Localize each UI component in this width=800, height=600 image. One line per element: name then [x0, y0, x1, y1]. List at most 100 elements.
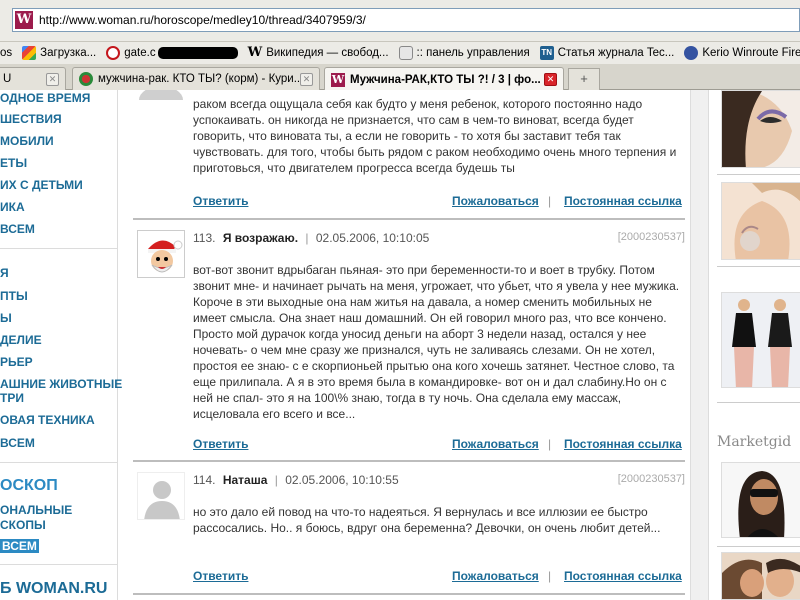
actions-separator: | — [548, 569, 552, 583]
santa-avatar-icon[interactable] — [137, 230, 185, 278]
nav-item[interactable]: Я — [0, 266, 9, 280]
comment-meta: 113. Я возражаю. | 02.05.2006, 10:10:05 … — [193, 231, 685, 245]
tn-icon: TN — [539, 46, 554, 60]
woman-ru-favicon-icon: W — [15, 11, 33, 29]
wikipedia-icon: W — [247, 45, 263, 60]
marketgid-label[interactable]: Marketgid — [717, 434, 791, 450]
url-input[interactable]: W http://www.woman.ru/horoscope/medley10… — [12, 8, 800, 32]
permalink-link[interactable]: Постоянная ссылка — [564, 569, 682, 583]
bookmark-tn-article[interactable]: TN Статья журнала Tec... — [539, 46, 675, 60]
report-link[interactable]: Пожаловаться — [452, 194, 539, 208]
reply-link[interactable]: Ответить — [193, 569, 248, 583]
comment-author[interactable]: Я возражаю. — [223, 231, 298, 245]
nav-divider — [0, 564, 118, 565]
comment-divider — [133, 593, 685, 595]
nav-item[interactable]: ОДНОЕ ВРЕМЯ — [0, 91, 90, 105]
ad-divider — [717, 402, 800, 403]
tab-close-icon[interactable]: ✕ — [46, 73, 59, 86]
tab-strip: U ✕ мужчина-рак. КТО ТЫ? (корм) - Кури..… — [0, 64, 800, 91]
nav-item[interactable]: ЕТЫ — [0, 156, 27, 170]
nav-all-badge: ВСЕМ — [0, 539, 39, 553]
ad-divider — [717, 174, 800, 175]
nav-item[interactable]: Ы — [0, 311, 12, 325]
ad-thumbnail-skincare[interactable] — [721, 182, 800, 260]
bookmark-loading[interactable]: Загрузка... — [22, 46, 96, 60]
ad-thumbnail-makeup[interactable] — [721, 90, 800, 168]
reply-link[interactable]: Ответить — [193, 194, 248, 208]
default-user-avatar-icon — [137, 90, 185, 100]
ad-thumbnail-couple[interactable] — [721, 552, 800, 600]
bookmark-label: Kerio Winroute Firewa — [702, 47, 800, 59]
panel-icon — [398, 46, 413, 60]
tab-label: мужчина-рак. КТО ТЫ? (корм) - Кури... — [98, 73, 304, 85]
comment-divider — [133, 218, 685, 220]
bookmark-label: gate.c — [124, 47, 156, 59]
nav-item[interactable]: ДЕЛИЕ — [0, 333, 42, 347]
nav-section-horoscope[interactable]: ОСКОП — [0, 477, 58, 495]
nav-item[interactable]: МОБИЛИ — [0, 134, 54, 148]
reply-link[interactable]: Ответить — [193, 437, 248, 451]
nav-item[interactable]: ИХ С ДЕТЬМИ — [0, 178, 83, 192]
nav-item-all-horoscope[interactable]: ВСЕМ — [0, 539, 39, 553]
web-page: ОДНОЕ ВРЕМЯ ШЕСТВИЯ МОБИЛИ ЕТЫ ИХ С ДЕТЬ… — [0, 90, 800, 600]
default-user-avatar-icon[interactable] — [137, 472, 185, 520]
brand-link[interactable]: Б WOMAN.RU — [0, 580, 107, 598]
comment-author[interactable]: Наташа — [223, 473, 268, 487]
nav-item[interactable]: АШНИЕ ЖИВОТНЫЕ — [0, 377, 122, 391]
kerio-icon — [684, 46, 699, 60]
address-bar-area: W http://www.woman.ru/horoscope/medley10… — [0, 0, 800, 42]
bookmarks-toolbar: os Загрузка... gate.c W Википедия — своб… — [0, 42, 800, 64]
ad-thumbnail-woman[interactable] — [721, 462, 800, 538]
comment-actions: Ответить Пожаловаться | Постоянная ссылк… — [193, 437, 685, 451]
nav-item-all[interactable]: ВСЕМ — [0, 436, 35, 450]
tab-3-active[interactable]: W Мужчина-РАК,КТО ТЫ ?! / 3 | фо... ✕ — [324, 67, 564, 91]
gate-icon — [106, 46, 121, 60]
bookmark-label: Статья журнала Tec... — [557, 47, 675, 59]
ad-divider — [717, 546, 800, 547]
tab-label: Мужчина-РАК,КТО ТЫ ?! / 3 | фо... — [350, 73, 541, 86]
comment-date: 02.05.2006, 10:10:55 — [285, 473, 399, 487]
comment-body: раком всегда ощущала себя как будто у ме… — [193, 97, 677, 175]
comment-divider — [133, 460, 685, 462]
bookmark-gate[interactable]: gate.c — [106, 46, 238, 60]
tab-2[interactable]: мужчина-рак. КТО ТЫ? (корм) - Кури... ✕ — [72, 67, 320, 90]
bookmark-control-panel[interactable]: :: панель управления — [398, 46, 530, 60]
tab-1[interactable]: U ✕ — [0, 67, 66, 90]
nav-divider — [0, 248, 118, 249]
report-link[interactable]: Пожаловаться — [452, 569, 539, 583]
tab-close-icon[interactable]: ✕ — [300, 73, 313, 86]
nav-item-all[interactable]: ВСЕМ — [0, 222, 35, 236]
permalink-link[interactable]: Постоянная ссылка — [564, 437, 682, 451]
comment-meta: 114. Наташа | 02.05.2006, 10:10:55 [2000… — [193, 473, 685, 487]
bookmark-label: os — [0, 47, 13, 59]
ad-divider — [717, 266, 800, 267]
bookmark-label: Загрузка... — [40, 47, 97, 59]
nav-item[interactable]: ТРИ — [0, 391, 24, 405]
nav-item[interactable]: ИКА — [0, 200, 25, 214]
permalink-link[interactable]: Постоянная ссылка — [564, 194, 682, 208]
redaction-block — [157, 47, 238, 59]
url-text: http://www.woman.ru/horoscope/medley10/t… — [39, 13, 366, 27]
tab-close-icon[interactable]: ✕ — [544, 73, 557, 86]
nav-item[interactable]: ПТЫ — [0, 289, 28, 303]
nav-divider — [0, 462, 118, 463]
tab-label: U — [3, 73, 12, 85]
report-link[interactable]: Пожаловаться — [452, 437, 539, 451]
nav-item[interactable]: ОНАЛЬНЫЕ — [0, 503, 72, 517]
comment-body: вот-вот звонит вдрыбаган пьяная- это при… — [193, 263, 680, 421]
bookmark-wikipedia[interactable]: W Википедия — свобод... — [248, 46, 389, 60]
bookmark-label: Википедия — свобод... — [266, 47, 389, 59]
comments-list: раком всегда ощущала себя как будто у ме… — [133, 90, 685, 600]
ad-thumbnail-fashion[interactable] — [721, 292, 800, 388]
nav-item[interactable]: ШЕСТВИЯ — [0, 112, 62, 126]
nav-item[interactable]: РЬЕР — [0, 355, 33, 369]
comment-actions: Ответить Пожаловаться | Постоянная ссылк… — [193, 194, 685, 208]
new-tab-button[interactable]: + — [568, 68, 600, 90]
nav-item[interactable]: ОВАЯ ТЕХНИКА — [0, 413, 95, 427]
nav-item[interactable]: СКОПЫ — [0, 518, 46, 532]
bookmark-kerio[interactable]: Kerio Winroute Firewa — [684, 46, 800, 60]
google-icon — [22, 46, 37, 60]
comment-number: 114. — [193, 473, 216, 487]
comment-actions: Ответить Пожаловаться | Постоянная ссылк… — [193, 569, 685, 583]
bookmark-os[interactable]: os — [0, 47, 12, 59]
